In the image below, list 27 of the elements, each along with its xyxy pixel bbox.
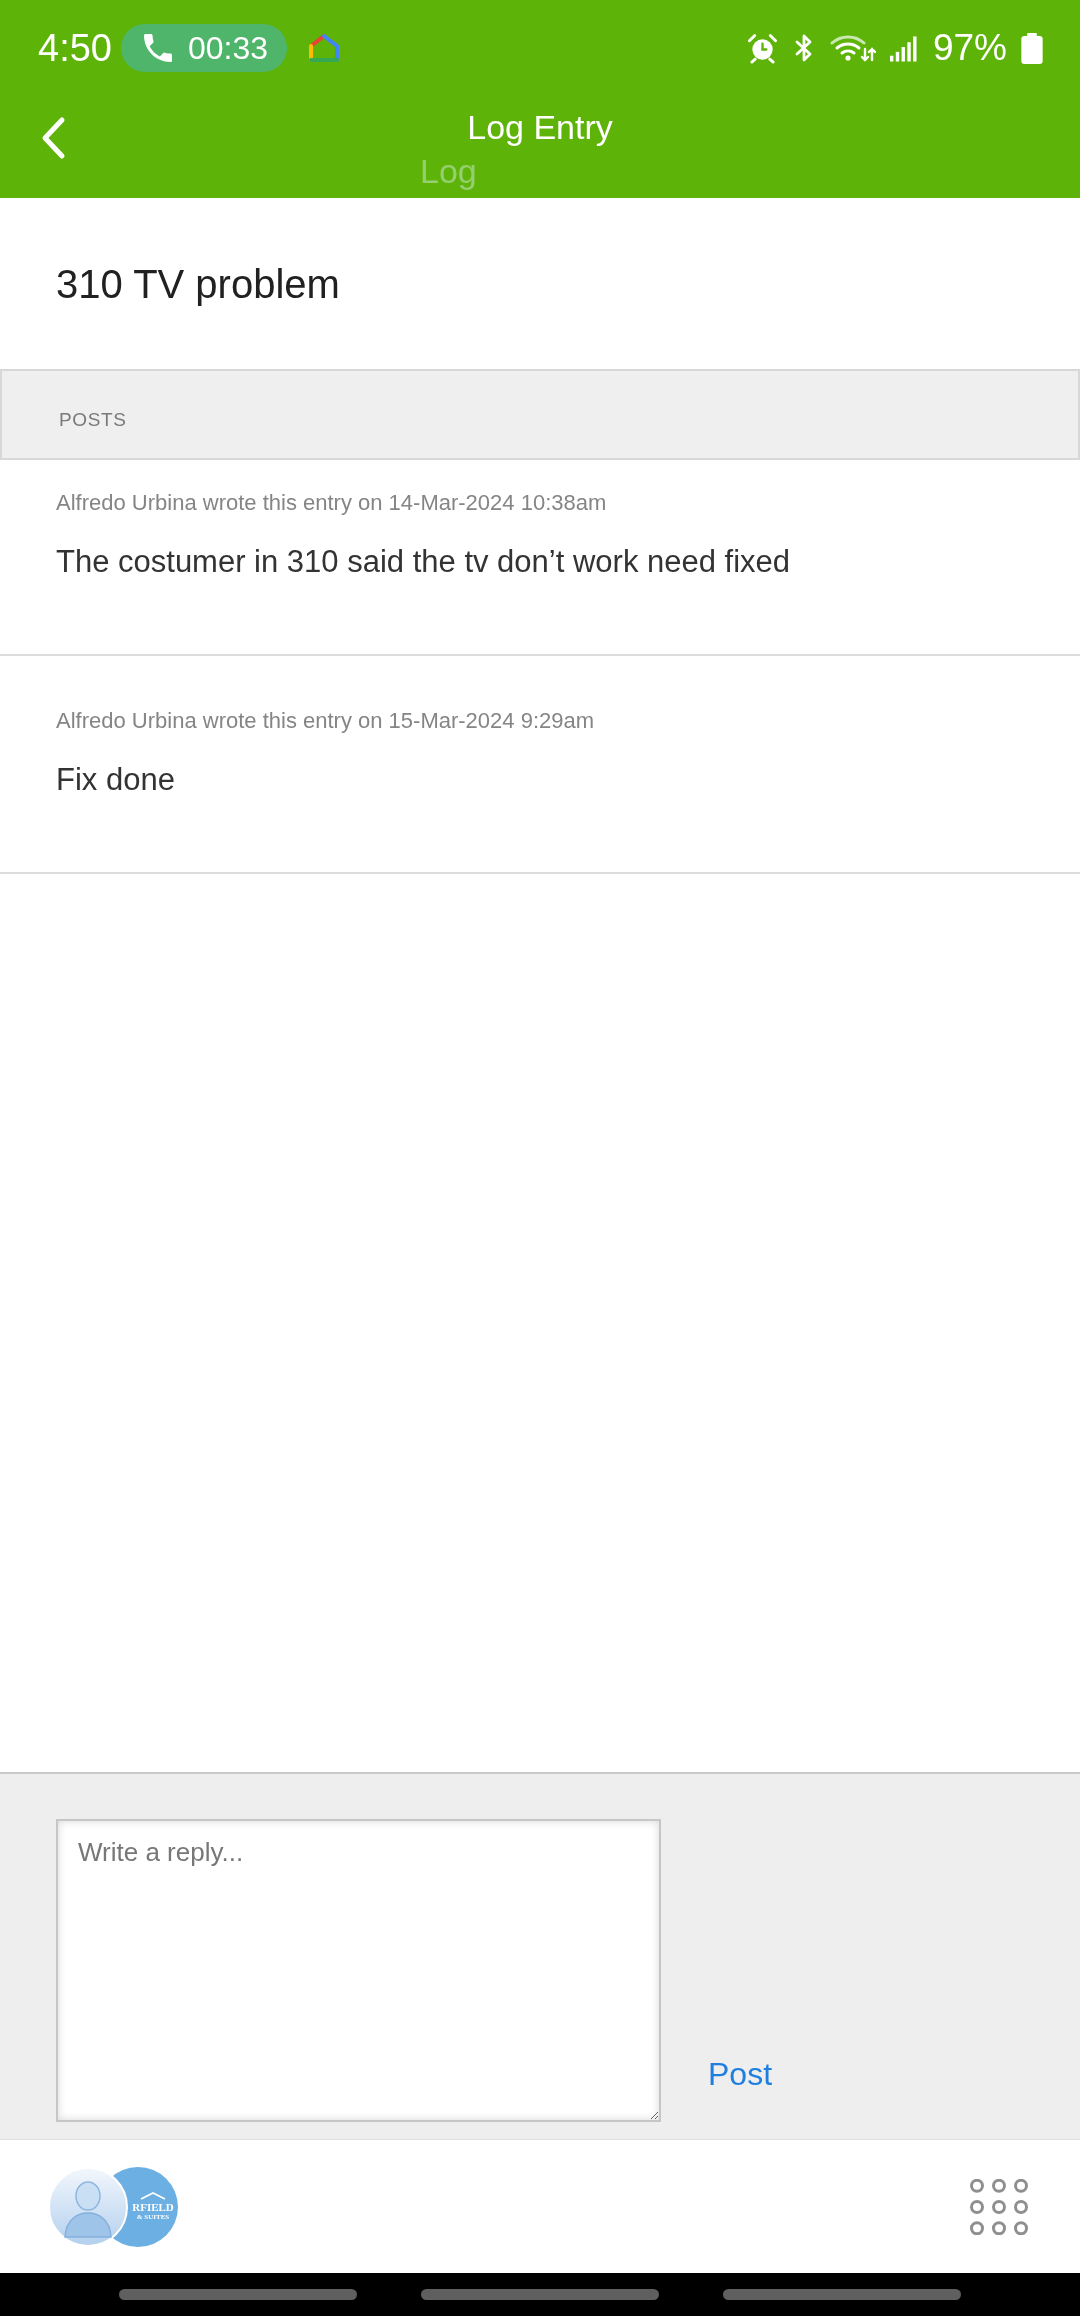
post-meta: Alfredo Urbina wrote this entry on 14-Mar-2024 10:38am <box>56 489 607 517</box>
wifi-icon <box>829 32 876 64</box>
reply-field[interactable]: Write a reply... <box>56 1819 661 2122</box>
signal-icon <box>889 34 917 62</box>
clock-time: 4:50 <box>38 26 112 70</box>
post-text: The costumer in 310 said the tv don’t work need fixed <box>56 543 791 581</box>
logo-text: RFIELD <box>132 2201 174 2213</box>
post-button[interactable]: Post <box>708 2054 773 2094</box>
gesture-hint[interactable] <box>119 2289 357 2300</box>
gesture-hint[interactable] <box>421 2289 659 2300</box>
roof-icon <box>140 2192 166 2200</box>
phone-icon <box>143 34 172 62</box>
post-meta: Alfredo Urbina wrote this entry on 15-Mar-2024 9:29am <box>56 707 595 735</box>
alarm-clock-icon <box>746 32 778 64</box>
screen-title: Log Entry <box>467 107 613 147</box>
chevron-left-icon <box>40 116 66 160</box>
call-chip[interactable]: 00:33 <box>120 24 288 72</box>
person-avatar-icon <box>48 2166 128 2247</box>
grid-menu-icon[interactable] <box>970 2178 1028 2235</box>
battery-percent: 97% <box>932 27 1007 69</box>
entry-title: 310 TV problem <box>56 261 340 307</box>
call-timer: 00:33 <box>187 29 269 67</box>
battery-icon <box>1021 32 1043 64</box>
house-icon <box>308 33 341 63</box>
section-heading: POSTS <box>59 408 127 432</box>
post-text: Fix done <box>56 761 175 799</box>
gesture-hint[interactable] <box>723 2289 961 2300</box>
